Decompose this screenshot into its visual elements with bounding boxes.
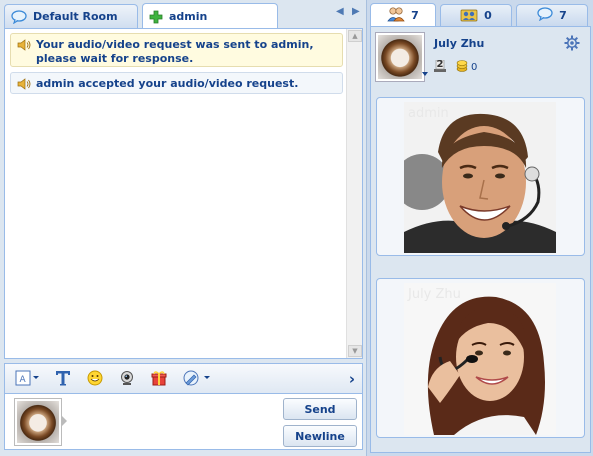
message-item: Your audio/video request was sent to adm… [10,33,343,67]
level-value: 2 [436,59,444,70]
chats-count: 7 [559,9,567,22]
send-button[interactable]: Send [283,398,357,420]
scroll-down-icon[interactable]: ▼ [348,345,362,357]
users-count: 7 [411,9,419,22]
toolbar-more-button[interactable]: › [345,369,359,389]
video-box-admin: admin [376,97,585,256]
gift-icon [151,370,167,389]
chevron-right-icon: › [348,370,356,388]
tab-scroll-left-icon[interactable]: ◀ [336,6,344,17]
avatar-pointer-icon [62,416,67,426]
paint-brush-icon [183,370,211,389]
profile-avatar[interactable] [376,33,424,81]
video-label: admin [408,106,449,121]
chat-scrollbar[interactable]: ▲ ▼ [346,29,362,358]
tab-default-room[interactable]: Default Room [4,4,138,28]
users-panel: 7 0 7 July Zhu 2 0 admin July Zhu [366,0,593,456]
tab-scroll-right-icon[interactable]: ▶ [352,6,360,17]
group-icon [460,6,478,25]
text-format-button[interactable] [53,369,73,389]
speech-bubble-icon [11,9,27,24]
tab-admin[interactable]: admin [142,3,278,29]
tab-users[interactable]: 7 [370,3,436,27]
speaker-icon [17,39,31,55]
chat-messages-area[interactable]: Your audio/video request was sent to adm… [4,28,363,359]
paint-brush-button[interactable] [181,369,213,389]
coins-value: 0 [471,62,478,73]
tab-chats[interactable]: 7 [516,4,588,26]
tab-groups[interactable]: 0 [440,4,512,26]
message-text: admin accepted your audio/video request. [36,77,299,90]
webcam-icon [119,370,135,389]
avatar-dropdown-icon[interactable] [422,72,428,76]
message-toolbar: A › [4,363,363,394]
webcam-button[interactable] [117,369,137,389]
gift-button[interactable] [149,369,169,389]
svg-text:A: A [20,375,27,385]
tab-label: admin [169,10,208,23]
tab-label: Default Room [33,10,118,23]
video-label: July Zhu [408,287,461,302]
font-size-button[interactable]: A [13,369,41,389]
speaker-icon [17,78,31,94]
green-plus-icon [149,10,163,24]
chat-panel: Default Room admin ◀ ▶ Your audio/video … [0,0,366,456]
text-format-icon [55,370,71,389]
settings-gear-icon[interactable] [564,35,580,54]
message-input-area[interactable]: Send Newline [4,393,363,450]
message-item: admin accepted your audio/video request. [10,72,343,94]
video-feed-july-zhu[interactable]: July Zhu [404,283,556,435]
users-icon [387,6,405,25]
my-avatar [15,399,61,445]
scroll-up-icon[interactable]: ▲ [348,30,362,42]
coins-icon [456,60,468,75]
message-text: Your audio/video request was sent to adm… [36,38,314,65]
emoticon-icon [87,370,103,389]
profile-name: July Zhu [434,37,485,50]
current-user-panel: July Zhu 2 0 admin July Zhu [370,26,591,453]
groups-count: 0 [484,9,492,22]
newline-button[interactable]: Newline [283,425,357,447]
video-feed-admin[interactable]: admin [404,102,556,253]
video-box-july-zhu: July Zhu [376,278,585,438]
font-size-icon: A [15,370,39,389]
emoticon-button[interactable] [85,369,105,389]
coins-badge: 0 [456,60,477,75]
chat-bubble-icon [537,7,553,24]
